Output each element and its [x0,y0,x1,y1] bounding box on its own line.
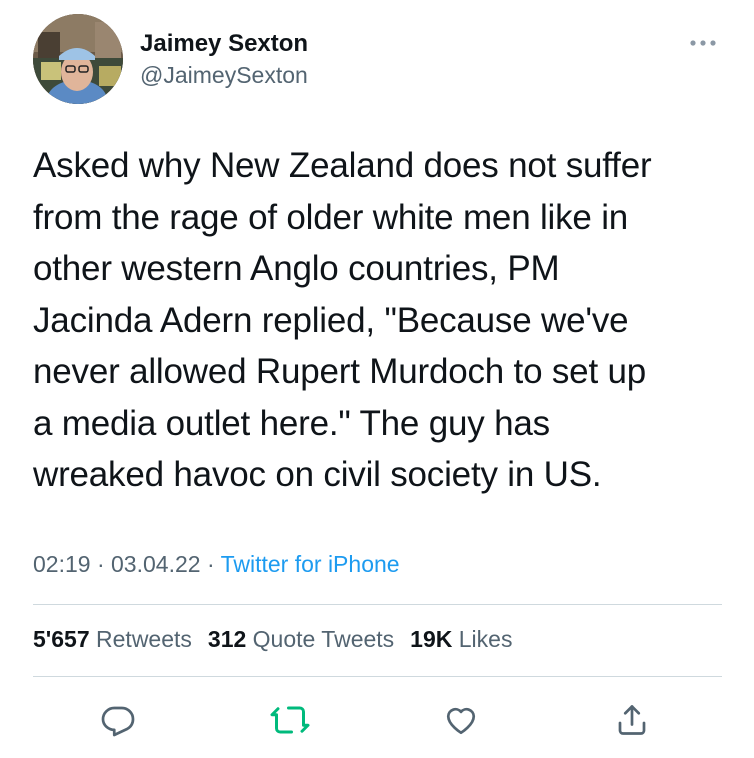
retweets-stat[interactable]: 5'657 Retweets [33,626,192,652]
avatar-photo [33,14,123,104]
heart-icon [446,707,476,735]
tweet-stats: 5'657 Retweets 312 Quote Tweets 19K Likes [33,626,528,653]
divider [33,676,722,677]
author-name[interactable]: Jaimey Sexton [140,30,308,58]
divider [33,604,722,605]
tweet-source-link[interactable]: Twitter for iPhone [221,551,400,577]
avatar[interactable] [33,14,123,104]
meta-separator: · [96,551,105,577]
tweet-text: Asked why New Zealand does not suffer fr… [33,146,652,494]
tweet-meta: 02:19 · 03.04.22 · Twitter for iPhone [33,551,400,578]
retweets-count: 5'657 [33,626,90,652]
reply-icon [101,706,135,737]
quote-tweets-label: Quote Tweets [252,626,395,652]
like-button[interactable] [441,700,481,740]
quote-tweets-count: 312 [207,626,247,652]
retweets-label: Retweets [96,626,192,652]
author-handle[interactable]: @JaimeySexton [140,62,308,89]
share-button[interactable] [612,700,652,740]
likes-stat[interactable]: 19K Likes [410,626,512,652]
quote-tweets-stat[interactable]: 312 Quote Tweets [208,626,394,652]
retweet-button[interactable] [270,700,310,740]
share-icon [618,705,646,735]
tweet-time[interactable]: 02:19 [33,551,91,577]
likes-label: Likes [458,626,513,652]
tweet-date[interactable]: 03.04.22 [111,551,201,577]
reply-button[interactable] [98,700,138,740]
tweet-card: Jaimey Sexton @JaimeySexton Asked why Ne… [0,0,754,758]
retweet-icon [270,706,310,734]
meta-separator: · [206,551,215,577]
more-dots-icon[interactable] [688,36,718,48]
likes-count: 19K [410,626,453,652]
